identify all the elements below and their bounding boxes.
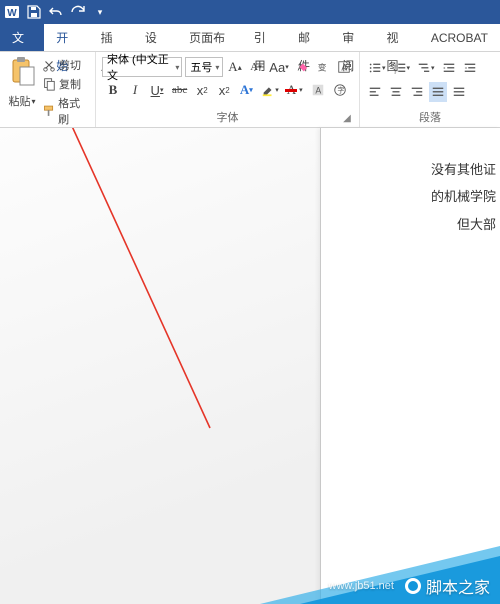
paste-button[interactable]: 粘贴▾ bbox=[8, 93, 35, 109]
paste-icon[interactable] bbox=[8, 56, 36, 91]
save-icon[interactable] bbox=[26, 4, 42, 20]
tab-acrobat[interactable]: ACROBAT bbox=[419, 24, 500, 51]
doc-line: 但大部 bbox=[321, 211, 500, 238]
group-label-paragraph: 段落 bbox=[419, 112, 441, 124]
copy-button[interactable]: 复制 bbox=[42, 76, 89, 92]
group-font: 宋体 (中文正文▾ 五号▾ A▴ A▾ Aa▾ A 变 A B I U▾ abc… bbox=[96, 52, 360, 127]
watermark-url: www.jb51.net bbox=[329, 580, 394, 592]
tab-insert[interactable]: 插入 bbox=[89, 24, 133, 51]
tab-layout[interactable]: 页面布局 bbox=[177, 24, 242, 51]
distribute-icon[interactable] bbox=[450, 82, 468, 102]
watermark: www.jb51.net 脚本之家 bbox=[260, 544, 500, 604]
redo-icon[interactable] bbox=[70, 4, 86, 20]
group-clipboard: 粘贴▾ 剪切 复制 格式刷 剪贴板◢ bbox=[0, 52, 96, 127]
doc-line: 没有其他证 bbox=[321, 156, 500, 183]
watermark-logo-icon bbox=[404, 577, 422, 595]
clear-format-icon[interactable]: A bbox=[293, 57, 311, 77]
undo-icon[interactable] bbox=[48, 4, 64, 20]
grow-font-icon[interactable]: A▴ bbox=[226, 57, 244, 77]
font-size-combo[interactable]: 五号▾ bbox=[185, 57, 223, 77]
tab-home[interactable]: 开始 bbox=[44, 24, 88, 51]
font-color-icon[interactable]: A▾ bbox=[285, 80, 305, 100]
strike-button[interactable]: abc bbox=[170, 80, 189, 100]
underline-button[interactable]: U▾ bbox=[148, 80, 166, 100]
char-shading-icon[interactable]: A bbox=[309, 80, 327, 100]
svg-text:变: 变 bbox=[318, 62, 327, 73]
increase-indent-icon[interactable] bbox=[461, 58, 479, 78]
tab-view[interactable]: 视图 bbox=[375, 24, 419, 51]
align-center-icon[interactable] bbox=[387, 82, 405, 102]
font-name-combo[interactable]: 宋体 (中文正文▾ bbox=[102, 57, 182, 77]
italic-button[interactable]: I bbox=[126, 80, 144, 100]
text-effects-icon[interactable]: A▾ bbox=[237, 80, 255, 100]
char-border-icon[interactable]: A bbox=[335, 57, 353, 77]
svg-text:3: 3 bbox=[393, 69, 396, 74]
font-launcher-icon[interactable]: ◢ bbox=[341, 113, 353, 125]
group-paragraph: ▾ 123▾ ▾ 段落 bbox=[360, 52, 500, 127]
decrease-indent-icon[interactable] bbox=[440, 58, 458, 78]
word-app-icon: W bbox=[4, 4, 20, 20]
document-workspace: 没有其他证 的机械学院 但大部 www.jb51.net 脚本之家 bbox=[0, 128, 500, 604]
bullets-icon[interactable]: ▾ bbox=[366, 58, 388, 78]
multilevel-list-icon[interactable]: ▾ bbox=[415, 58, 437, 78]
svg-text:W: W bbox=[7, 8, 17, 19]
change-case-button[interactable]: Aa▾ bbox=[268, 57, 290, 77]
tab-references[interactable]: 引用 bbox=[242, 24, 286, 51]
doc-line: 的机械学院 bbox=[321, 183, 500, 210]
format-painter-button[interactable]: 格式刷 bbox=[42, 95, 89, 127]
watermark-text: 脚本之家 bbox=[426, 574, 490, 598]
group-label-font: 字体 bbox=[217, 112, 239, 124]
enclose-char-icon[interactable]: 字 bbox=[331, 80, 349, 100]
align-left-icon[interactable] bbox=[366, 82, 384, 102]
tab-file[interactable]: 文件 bbox=[0, 24, 44, 51]
svg-text:A: A bbox=[315, 86, 321, 96]
align-right-icon[interactable] bbox=[408, 82, 426, 102]
align-justify-icon[interactable] bbox=[429, 82, 447, 102]
superscript-button[interactable]: x2 bbox=[215, 80, 233, 100]
tab-mail[interactable]: 邮件 bbox=[286, 24, 330, 51]
tab-review[interactable]: 审阅 bbox=[330, 24, 374, 51]
document-page[interactable]: 没有其他证 的机械学院 但大部 bbox=[320, 128, 500, 604]
qat-customize-icon[interactable]: ▾ bbox=[92, 4, 108, 20]
subscript-button[interactable]: x2 bbox=[193, 80, 211, 100]
highlight-icon[interactable]: ▾ bbox=[259, 80, 281, 100]
svg-text:字: 字 bbox=[337, 86, 344, 95]
ribbon-tabs: 文件 开始 插入 设计 页面布局 引用 邮件 审阅 视图 ACROBAT bbox=[0, 24, 500, 52]
numbering-icon[interactable]: 123▾ bbox=[391, 58, 413, 78]
title-bar: W ▾ bbox=[0, 0, 500, 24]
phonetic-guide-icon[interactable]: 变 bbox=[314, 57, 332, 77]
svg-text:A: A bbox=[341, 63, 347, 73]
tab-design[interactable]: 设计 bbox=[133, 24, 177, 51]
shrink-font-icon[interactable]: A▾ bbox=[247, 57, 265, 77]
cut-button[interactable]: 剪切 bbox=[42, 57, 89, 73]
ribbon: 粘贴▾ 剪切 复制 格式刷 剪贴板◢ 宋体 ( bbox=[0, 52, 500, 128]
bold-button[interactable]: B bbox=[104, 80, 122, 100]
